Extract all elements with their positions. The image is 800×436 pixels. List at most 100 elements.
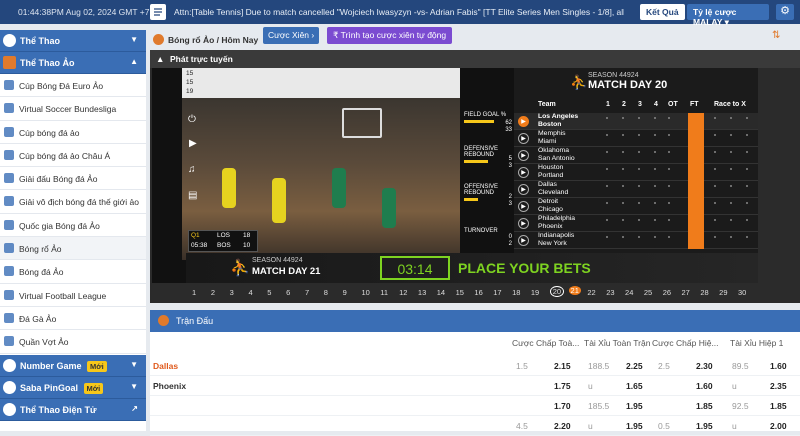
power-icon[interactable]: ⏻ [188,114,196,125]
odds-value[interactable]: 1.70 [554,401,571,411]
matchday-number[interactable]: 14 [437,288,445,297]
saba-pingoal-section[interactable]: Saba PinGoal Mới ▼ [0,376,146,399]
result-button[interactable]: Kết Quả [640,4,685,20]
auto-parlay-button[interactable]: ₹ Trình tạo cược xiên tự động [327,27,453,44]
play-match-icon[interactable]: ▶ [518,184,529,195]
odds-value[interactable]: 1.60 [770,361,787,371]
video-player[interactable]: 15 15 19 ⏻ ▶ ♫ ▤ Q1 05:38 LOS 18 BOS 10 … [152,68,758,283]
odds-value[interactable]: 1.60 [696,381,713,391]
matchday-number[interactable]: 9 [343,288,347,297]
play-match-icon[interactable]: ▶ [518,116,529,127]
sidebar-item[interactable]: Bóng rổ Ảo [0,237,146,261]
matchday-number[interactable]: 23 [606,288,614,297]
matchday-number[interactable]: 24 [625,288,633,297]
matchday-number[interactable]: 26 [663,288,671,297]
sidebar-item[interactable]: Giải đấu Bóng đá Ảo [0,167,146,191]
play-match-icon[interactable]: ▶ [518,133,529,144]
matchday-number[interactable]: 11 [380,288,388,297]
odds-value[interactable]: 1.95 [626,421,643,431]
sidebar-item[interactable]: Virtual Soccer Bundesliga [0,97,146,121]
odds-value[interactable]: 2.15 [554,361,571,371]
sidebar-item[interactable]: Quốc gia Bóng đá Ảo [0,214,146,238]
sidebar-item[interactable]: Đá Gà Ảo [0,307,146,331]
matchday-number[interactable]: 6 [286,288,290,297]
matchday-number[interactable]: 30 [738,288,746,297]
scoreboard-match-row[interactable]: ▶ Detroit Chicago [514,198,758,215]
odds-value[interactable]: 1.85 [770,401,787,411]
matchday-number[interactable]: 15 [456,288,464,297]
sort-icon[interactable]: ⇅ [772,30,780,41]
scoreboard-match-row[interactable]: ▶ Philadelphia Phoenix [514,215,758,232]
matchday-number[interactable]: 29 [719,288,727,297]
matchday-number[interactable]: 3 [230,288,234,297]
sidebar-item[interactable]: Cúp Bóng Đá Euro Ảo [0,74,146,98]
matches-panel: Trận Đấu Cược Chấp Toà... Tài Xỉu Toàn T… [150,310,800,436]
announcement-ticker[interactable]: Attn:[Table Tennis] Due to match cancell… [174,7,624,17]
matchday-number[interactable]: 17 [493,288,501,297]
play-match-icon[interactable]: ▶ [518,235,529,246]
parlay-button[interactable]: Cược Xiên › [263,27,320,44]
play-match-icon[interactable]: ▶ [518,201,529,212]
matchday-number[interactable]: 10 [361,288,369,297]
gear-icon[interactable]: ⚙ [776,4,794,20]
sidebar-item[interactable]: Bóng đá Ảo [0,260,146,284]
odds-value[interactable]: 1.95 [696,421,713,431]
odds-value[interactable]: 2.20 [554,421,571,431]
sidebar-item[interactable]: Cúp bóng đá ảo [0,121,146,144]
volume-icon[interactable]: ♫ [188,164,196,175]
odds-value[interactable]: 2.25 [626,361,643,371]
matchday-number[interactable]: 12 [399,288,407,297]
announcement-icon[interactable] [150,4,166,20]
matchday-number[interactable]: 28 [700,288,708,297]
esports-section[interactable]: Thể Thao Điện Tử ↗ [0,398,146,421]
play-match-icon[interactable]: ▶ [518,150,529,161]
number-game-section[interactable]: Number Game Mới ▼ [0,354,146,377]
live-stream-header[interactable]: ▲ Phát trực tuyến [150,50,800,68]
odds-value[interactable]: 1.95 [626,401,643,411]
scoreboard-match-row[interactable]: ▶ Dallas Cleveland [514,181,758,198]
matches-header[interactable]: Trận Đấu [150,310,800,332]
scoreboard-match-row[interactable]: ▶ Oklahoma San Antonio [514,147,758,164]
play-icon[interactable]: ▶ [189,138,197,149]
matchday-number[interactable]: 27 [682,288,690,297]
bottom-banner: ⛹ SEASON 44924 MATCH DAY 21 03:14 PLACE … [186,253,758,283]
sports-section[interactable]: Thể Thao ▼ [0,30,146,52]
scoreboard-match-row[interactable]: ▶ Houston Portland [514,164,758,181]
stats-panel: FIELD GOAL % 62 33 DEFENSIVE REBOUND 5 3… [462,68,514,253]
matchday-number[interactable]: 13 [418,288,426,297]
matchday-number[interactable]: 4 [248,288,252,297]
sidebar-item[interactable]: Giải vô địch bóng đá thế giới ảo [0,190,146,214]
odds-type-dropdown[interactable]: Tỷ lệ cược MALAY ▾ [687,4,769,27]
matchday-number[interactable]: 16 [474,288,482,297]
odds-value[interactable]: 1.75 [554,381,571,391]
odds-value[interactable]: 2.00 [770,421,787,431]
player-figure [272,178,286,223]
virtual-sports-section[interactable]: Thể Thao Ảo ▲ [0,52,146,74]
basketball-icon [158,315,169,326]
matchday-number[interactable]: 21 [568,286,581,295]
scoreboard-match-row[interactable]: ▶ Indianapolis New York [514,232,758,249]
matchday-number[interactable]: 18 [512,288,520,297]
odds-value[interactable]: 1.65 [626,381,643,391]
odds-value[interactable]: 2.35 [770,381,787,391]
matchday-number[interactable]: 25 [644,288,652,297]
matchday-number[interactable]: 7 [305,288,309,297]
matchday-number[interactable]: 5 [267,288,271,297]
odds-value[interactable]: 1.85 [696,401,713,411]
matchday-number[interactable]: 8 [324,288,328,297]
matchday-number[interactable]: 2 [211,288,215,297]
scoreboard-match-row[interactable]: ▶ Memphis Miami [514,130,758,147]
play-match-icon[interactable]: ▶ [518,167,529,178]
sidebar-item[interactable]: Cúp bóng đá ảo Châu Á [0,144,146,168]
matchday-number[interactable]: 20 [549,286,565,297]
play-match-icon[interactable]: ▶ [518,218,529,229]
number-game-label: Number Game [20,360,82,371]
sidebar-item[interactable]: Virtual Football League [0,284,146,307]
scoreboard-match-row[interactable]: ▶ Los Angeles Boston [514,113,758,130]
matchday-number[interactable]: 22 [587,288,595,297]
matchday-number[interactable]: 19 [531,288,539,297]
matchday-number[interactable]: 1 [192,288,196,297]
odds-value[interactable]: 2.30 [696,361,713,371]
stats-icon[interactable]: ▤ [188,190,197,201]
sidebar-item[interactable]: Quần Vợt Ảo [0,330,146,354]
